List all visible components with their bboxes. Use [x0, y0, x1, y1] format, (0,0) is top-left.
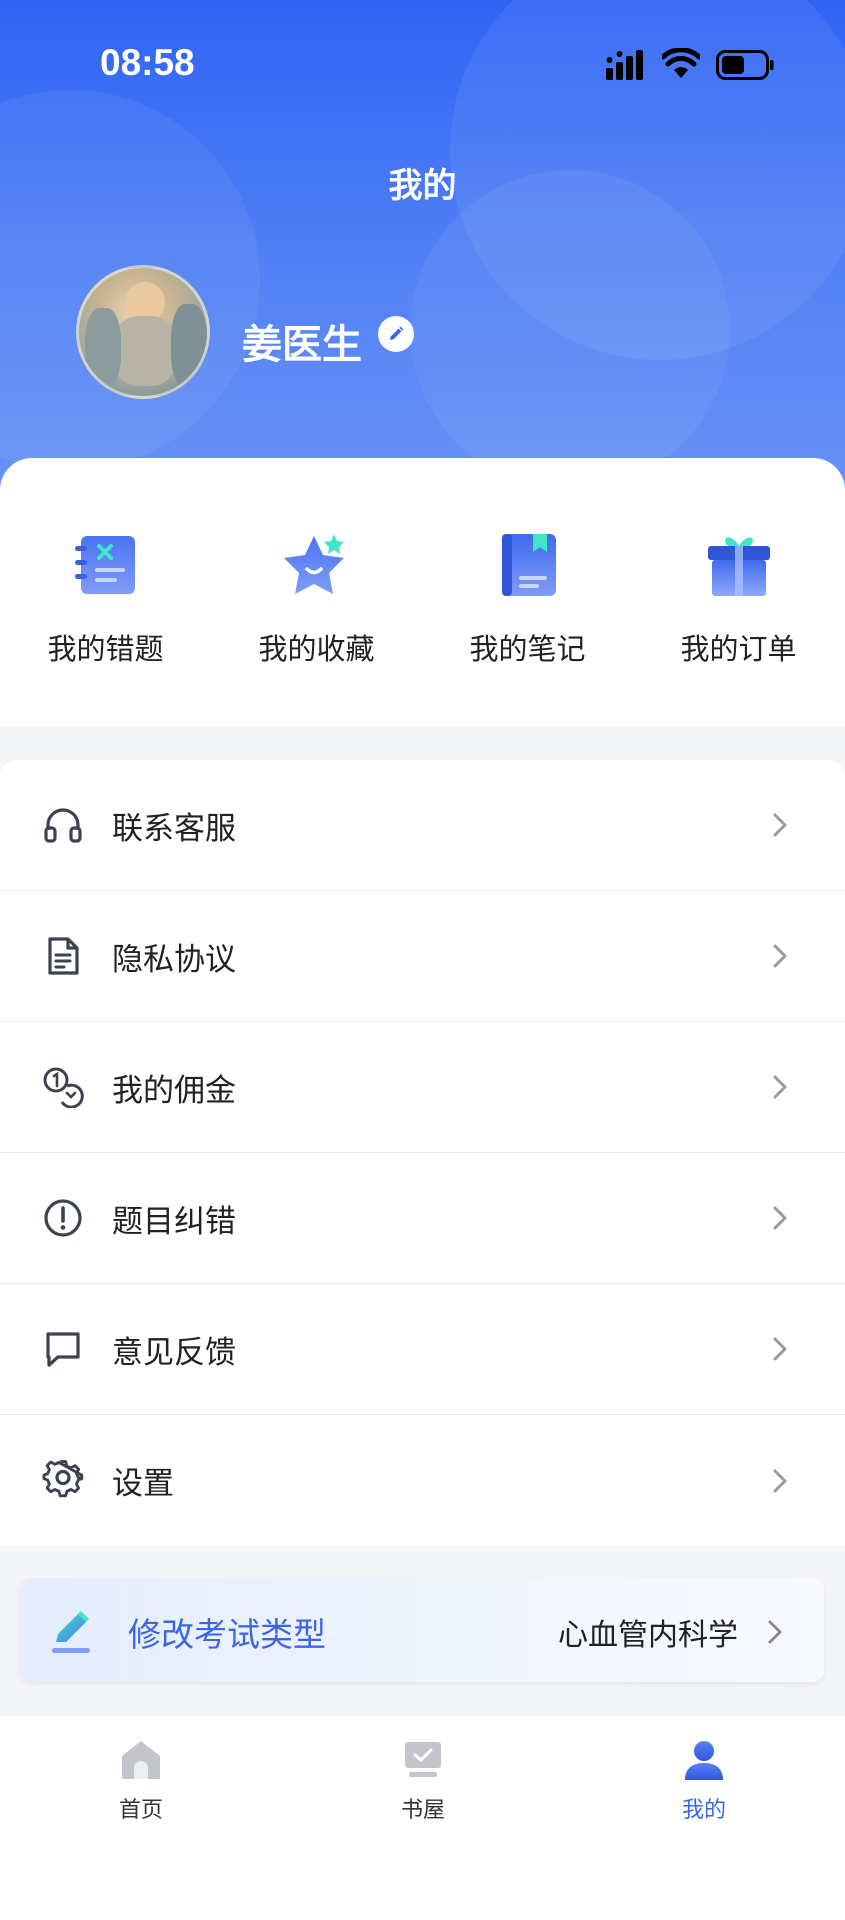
quick-action-label: 我的错题	[47, 632, 164, 666]
quick-action-label: 我的订单	[680, 632, 797, 666]
tab-bookstore[interactable]: 书屋	[282, 1738, 564, 1824]
avatar-decoration	[85, 308, 121, 388]
tab-label: 我的	[681, 1798, 726, 1823]
settings-menu: 联系客服 隐私协议 我的佣金 题目纠错 意见反馈 设置	[0, 760, 845, 1546]
user-name: 姜医生	[242, 322, 362, 368]
chevron-right-icon	[768, 1620, 782, 1644]
notes-book-icon	[501, 534, 556, 596]
tab-home[interactable]: 首页	[0, 1738, 282, 1824]
alert-circle-icon	[44, 1199, 82, 1237]
edit-name-button[interactable]	[378, 316, 414, 352]
status-time: 08:58	[100, 42, 195, 83]
avatar[interactable]	[76, 265, 210, 399]
battery-icon	[716, 50, 774, 80]
menu-item-settings[interactable]: 设置	[0, 1415, 845, 1546]
quick-action-label: 我的笔记	[469, 632, 586, 666]
favorites-star-icon	[283, 534, 344, 594]
chat-bubble-icon	[46, 1332, 80, 1367]
quick-action-wrong-questions[interactable]: 我的错题	[0, 528, 211, 668]
chevron-right-icon	[773, 944, 787, 968]
chevron-right-icon	[773, 1075, 787, 1099]
menu-item-question-correction[interactable]: 题目纠错	[0, 1153, 845, 1284]
avatar-decoration	[171, 304, 207, 388]
cellular-signal-icon	[606, 50, 643, 80]
quick-actions-card: 我的错题 我的收藏 我的笔记 我的订单	[0, 458, 845, 726]
pencil-edit-icon	[52, 1611, 90, 1653]
pencil-icon	[390, 326, 404, 340]
exam-type-label: 修改考试类型	[128, 1615, 326, 1654]
bottom-tab-bar: 首页 书屋 我的	[0, 1716, 845, 1920]
bookstore-icon	[405, 1742, 441, 1777]
menu-item-label: 设置	[112, 1466, 174, 1502]
menu-item-commission[interactable]: 我的佣金	[0, 1022, 845, 1153]
tab-label: 书屋	[400, 1798, 445, 1823]
document-icon	[48, 937, 79, 975]
orders-gift-icon	[707, 537, 770, 596]
headset-icon	[44, 808, 82, 843]
menu-item-label: 隐私协议	[112, 941, 236, 978]
menu-item-privacy-policy[interactable]: 隐私协议	[0, 891, 845, 1022]
header-decoration	[410, 170, 730, 490]
chevron-right-icon	[773, 1206, 787, 1230]
wifi-icon	[662, 48, 700, 78]
profile-icon	[685, 1741, 723, 1780]
avatar-decoration	[113, 316, 177, 386]
menu-item-label: 意见反馈	[112, 1334, 236, 1371]
chevron-right-icon	[773, 813, 787, 837]
menu-item-label: 联系客服	[112, 810, 236, 847]
change-exam-type-banner[interactable]: 修改考试类型 心血管内科学	[20, 1578, 824, 1682]
gear-icon	[42, 1459, 84, 1497]
chevron-right-icon	[773, 1337, 787, 1361]
coins-icon	[43, 1067, 84, 1108]
menu-item-feedback[interactable]: 意见反馈	[0, 1284, 845, 1415]
wrong-questions-icon	[74, 536, 135, 594]
profile-header: 08:58 我的 姜医生	[0, 0, 845, 520]
quick-action-label: 我的收藏	[258, 632, 375, 666]
exam-type-value: 心血管内科学	[558, 1618, 738, 1653]
tab-label: 首页	[118, 1798, 163, 1823]
menu-item-label: 题目纠错	[112, 1203, 236, 1240]
page-title: 我的	[388, 166, 457, 206]
tab-profile[interactable]: 我的	[563, 1738, 845, 1824]
quick-action-notes[interactable]: 我的笔记	[422, 528, 633, 668]
home-icon	[122, 1741, 160, 1779]
menu-item-label: 我的佣金	[112, 1072, 236, 1109]
chevron-right-icon	[773, 1469, 787, 1492]
quick-action-orders[interactable]: 我的订单	[633, 528, 844, 668]
status-bar: 08:58	[0, 0, 845, 130]
quick-action-favorites[interactable]: 我的收藏	[211, 528, 422, 668]
menu-item-customer-service[interactable]: 联系客服	[0, 760, 845, 891]
